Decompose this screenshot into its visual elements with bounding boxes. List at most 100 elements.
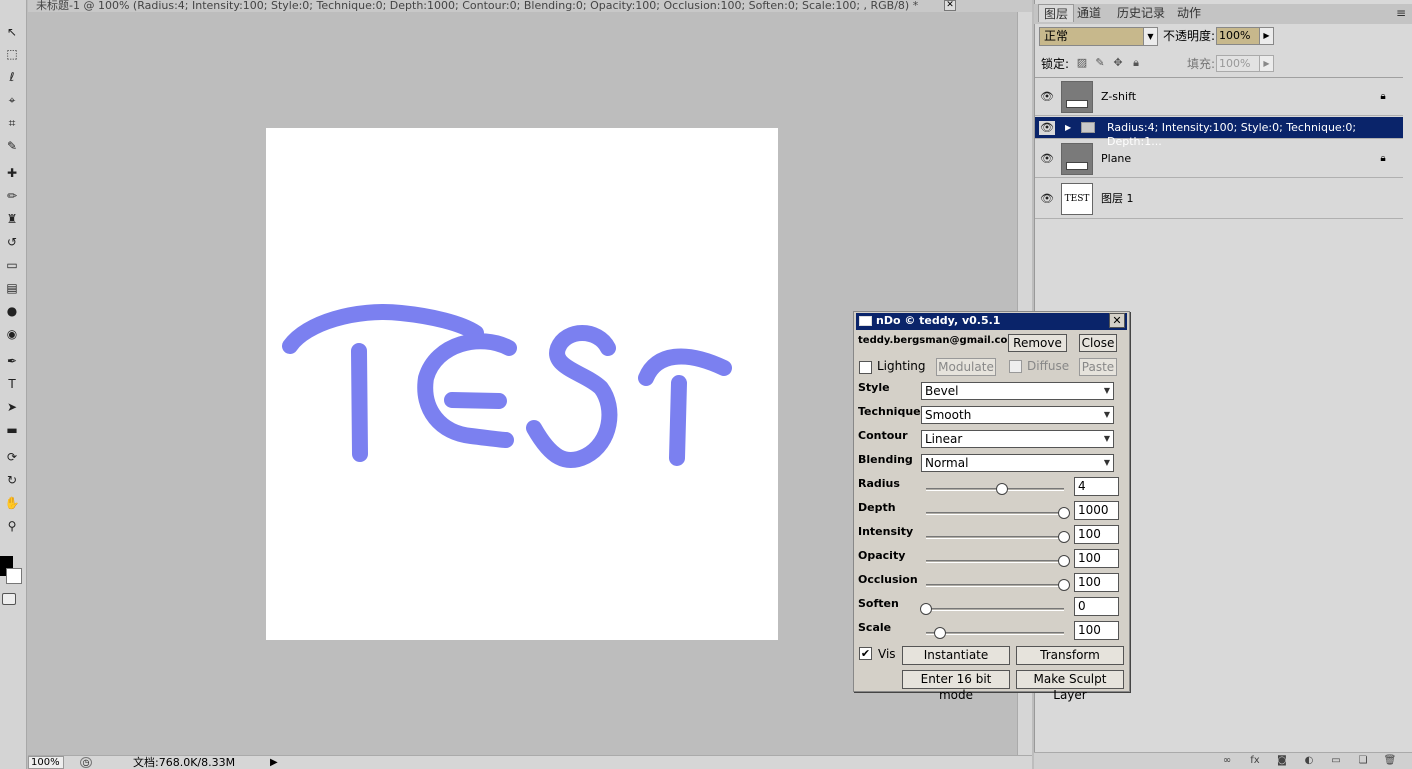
close-button[interactable]: Close <box>1079 334 1117 352</box>
add-mask-icon[interactable]: ◙ <box>1275 754 1289 767</box>
opacity-slider-track[interactable] <box>926 560 1064 563</box>
link-layers-icon[interactable]: ∞ <box>1220 754 1234 767</box>
panel-menu-icon[interactable]: ≡ <box>1396 6 1406 20</box>
zoom-level-field[interactable]: 100% <box>28 756 64 769</box>
instantiate-button[interactable]: Instantiate <box>902 646 1010 665</box>
soften-slider-track[interactable] <box>926 608 1064 611</box>
blend-mode-select[interactable]: 正常 <box>1039 27 1158 46</box>
opacity-slider-knob[interactable] <box>1058 555 1070 567</box>
soften-field[interactable]: 0 <box>1074 597 1119 616</box>
3d-orbit-icon[interactable]: ↻ <box>2 470 22 490</box>
transform-button[interactable]: Transform <box>1016 646 1124 665</box>
blur-icon[interactable]: ● <box>2 301 22 321</box>
tab-layers[interactable]: 图层 <box>1038 4 1075 22</box>
history-brush-icon[interactable]: ↺ <box>2 232 22 252</box>
layer-name[interactable]: Z-shift <box>1101 90 1136 104</box>
vis-checkbox[interactable]: ✔ <box>859 647 872 660</box>
visibility-eye-icon[interactable]: 👁︎ <box>1039 90 1055 104</box>
radius-field[interactable]: 4 <box>1074 477 1119 496</box>
enter-16-bit-mode-button[interactable]: Enter 16 bit mode <box>902 670 1010 702</box>
lock-position-icon[interactable]: ✥ <box>1111 56 1125 70</box>
new-group-icon[interactable]: ▭ <box>1329 754 1343 767</box>
quick-mask-button[interactable] <box>2 593 16 605</box>
scale-field[interactable]: 100 <box>1074 621 1119 640</box>
remove-button[interactable]: Remove <box>1008 334 1067 352</box>
healing-brush-icon[interactable]: ✚ <box>2 163 22 183</box>
layer-row-layer1[interactable]: 👁︎ TEST 图层 1 <box>1035 179 1403 219</box>
visibility-eye-icon[interactable]: 👁︎ <box>1039 192 1055 206</box>
intensity-slider-track[interactable] <box>926 536 1064 539</box>
lighting-checkbox[interactable] <box>859 361 872 374</box>
adjustment-layer-icon[interactable]: ◐ <box>1302 754 1316 767</box>
paste-button[interactable]: Paste <box>1079 358 1117 376</box>
status-menu-arrow-icon[interactable]: ▶ <box>270 756 278 769</box>
ndo-close-icon[interactable]: ✕ <box>1109 313 1125 328</box>
contour-select[interactable]: Linear ▼ <box>921 430 1114 448</box>
intensity-slider-knob[interactable] <box>1058 531 1070 543</box>
expand-arrow-icon[interactable]: ▶ <box>1065 121 1071 135</box>
occlusion-slider-knob[interactable] <box>1058 579 1070 591</box>
intensity-field[interactable]: 100 <box>1074 525 1119 544</box>
background-color-swatch[interactable] <box>6 568 22 584</box>
visibility-eye-icon[interactable]: 👁︎ <box>1039 152 1055 166</box>
eraser-icon[interactable]: ▭ <box>2 255 22 275</box>
hand-icon[interactable]: ✋ <box>2 493 22 513</box>
blending-select[interactable]: Normal ▼ <box>921 454 1114 472</box>
gradient-icon[interactable]: ▤ <box>2 278 22 298</box>
clone-stamp-icon[interactable]: ♜ <box>2 209 22 229</box>
depth-slider-track[interactable] <box>926 512 1064 515</box>
layer-style-fx-icon[interactable]: fx <box>1248 754 1262 767</box>
occlusion-slider-track[interactable] <box>926 584 1064 587</box>
status-info-icon[interactable]: ◷ <box>80 757 92 768</box>
crop-icon[interactable]: ⌗ <box>2 113 22 133</box>
opacity-field[interactable]: 100% <box>1216 27 1260 45</box>
layer-row-z-shift[interactable]: 👁︎ Z-shift 🔒︎ <box>1035 78 1403 116</box>
occlusion-field[interactable]: 100 <box>1074 573 1119 592</box>
delete-layer-icon[interactable]: 🗑︎ <box>1383 754 1397 767</box>
scale-slider-knob[interactable] <box>933 627 946 639</box>
zoom-icon[interactable]: ⚲ <box>2 516 22 536</box>
dodge-icon[interactable]: ◉ <box>2 324 22 344</box>
document-tab-title[interactable]: 未标题-1 @ 100% (Radius:4; Intensity:100; S… <box>28 0 1032 12</box>
depth-field[interactable]: 1000 <box>1074 501 1119 520</box>
lasso-icon[interactable]: ℓ <box>2 67 22 87</box>
chevron-down-icon[interactable]: ▼ <box>1143 28 1157 45</box>
make-sculpt-layer-button[interactable]: Make Sculpt Layer <box>1016 670 1124 702</box>
scale-slider-track[interactable] <box>926 632 1064 635</box>
lock-all-icon[interactable]: 🔒︎ <box>1129 56 1143 70</box>
layer-name[interactable]: Plane <box>1101 152 1131 166</box>
pen-icon[interactable]: ✒ <box>2 351 22 371</box>
opacity-slider-arrow-icon[interactable]: ▶ <box>1259 27 1274 45</box>
diffuse-checkbox[interactable] <box>1009 360 1022 373</box>
technique-select[interactable]: Smooth ▼ <box>921 406 1114 424</box>
rectangle-icon[interactable]: ▬ <box>2 420 22 440</box>
depth-slider-knob[interactable] <box>1058 507 1070 519</box>
layer-row-plane[interactable]: 👁︎ Plane 🔒︎ <box>1035 140 1403 178</box>
move-icon[interactable]: ↖ <box>2 22 22 42</box>
style-select[interactable]: Bevel ▼ <box>921 382 1114 400</box>
quick-select-icon[interactable]: ⌖ <box>2 90 22 110</box>
brush-icon[interactable]: ✏ <box>2 186 22 206</box>
canvas[interactable] <box>266 128 778 640</box>
ndo-opacity-field[interactable]: 100 <box>1074 549 1119 568</box>
path-select-icon[interactable]: ➤ <box>2 397 22 417</box>
type-icon[interactable]: T <box>2 374 22 394</box>
3d-rotate-icon[interactable]: ⟳ <box>2 447 22 467</box>
visibility-eye-icon[interactable]: 👁︎ <box>1039 121 1055 135</box>
layer-name[interactable]: 图层 1 <box>1101 192 1134 206</box>
lock-image-icon[interactable]: ✎ <box>1093 56 1107 70</box>
close-document-icon[interactable]: ✕ <box>944 0 956 11</box>
modulate-button[interactable]: Modulate <box>936 358 996 376</box>
new-layer-icon[interactable]: ❏ <box>1356 754 1370 767</box>
marquee-icon[interactable]: ⬚ <box>2 44 22 64</box>
tab-history[interactable]: 历史记录 <box>1112 4 1170 22</box>
tab-channels[interactable]: 通道 <box>1072 4 1106 22</box>
soften-slider-knob[interactable] <box>920 603 932 615</box>
eyedropper-icon[interactable]: ✎ <box>2 136 22 156</box>
fill-slider-arrow-icon[interactable]: ▶ <box>1259 55 1274 72</box>
tab-actions[interactable]: 动作 <box>1172 4 1206 22</box>
radius-slider-knob[interactable] <box>995 483 1008 495</box>
lock-transparency-icon[interactable]: ▨ <box>1075 56 1089 70</box>
fill-field[interactable]: 100% <box>1216 55 1260 72</box>
layer-row-group[interactable]: 👁︎ ▶ Radius:4; Intensity:100; Style:0; T… <box>1035 117 1403 148</box>
